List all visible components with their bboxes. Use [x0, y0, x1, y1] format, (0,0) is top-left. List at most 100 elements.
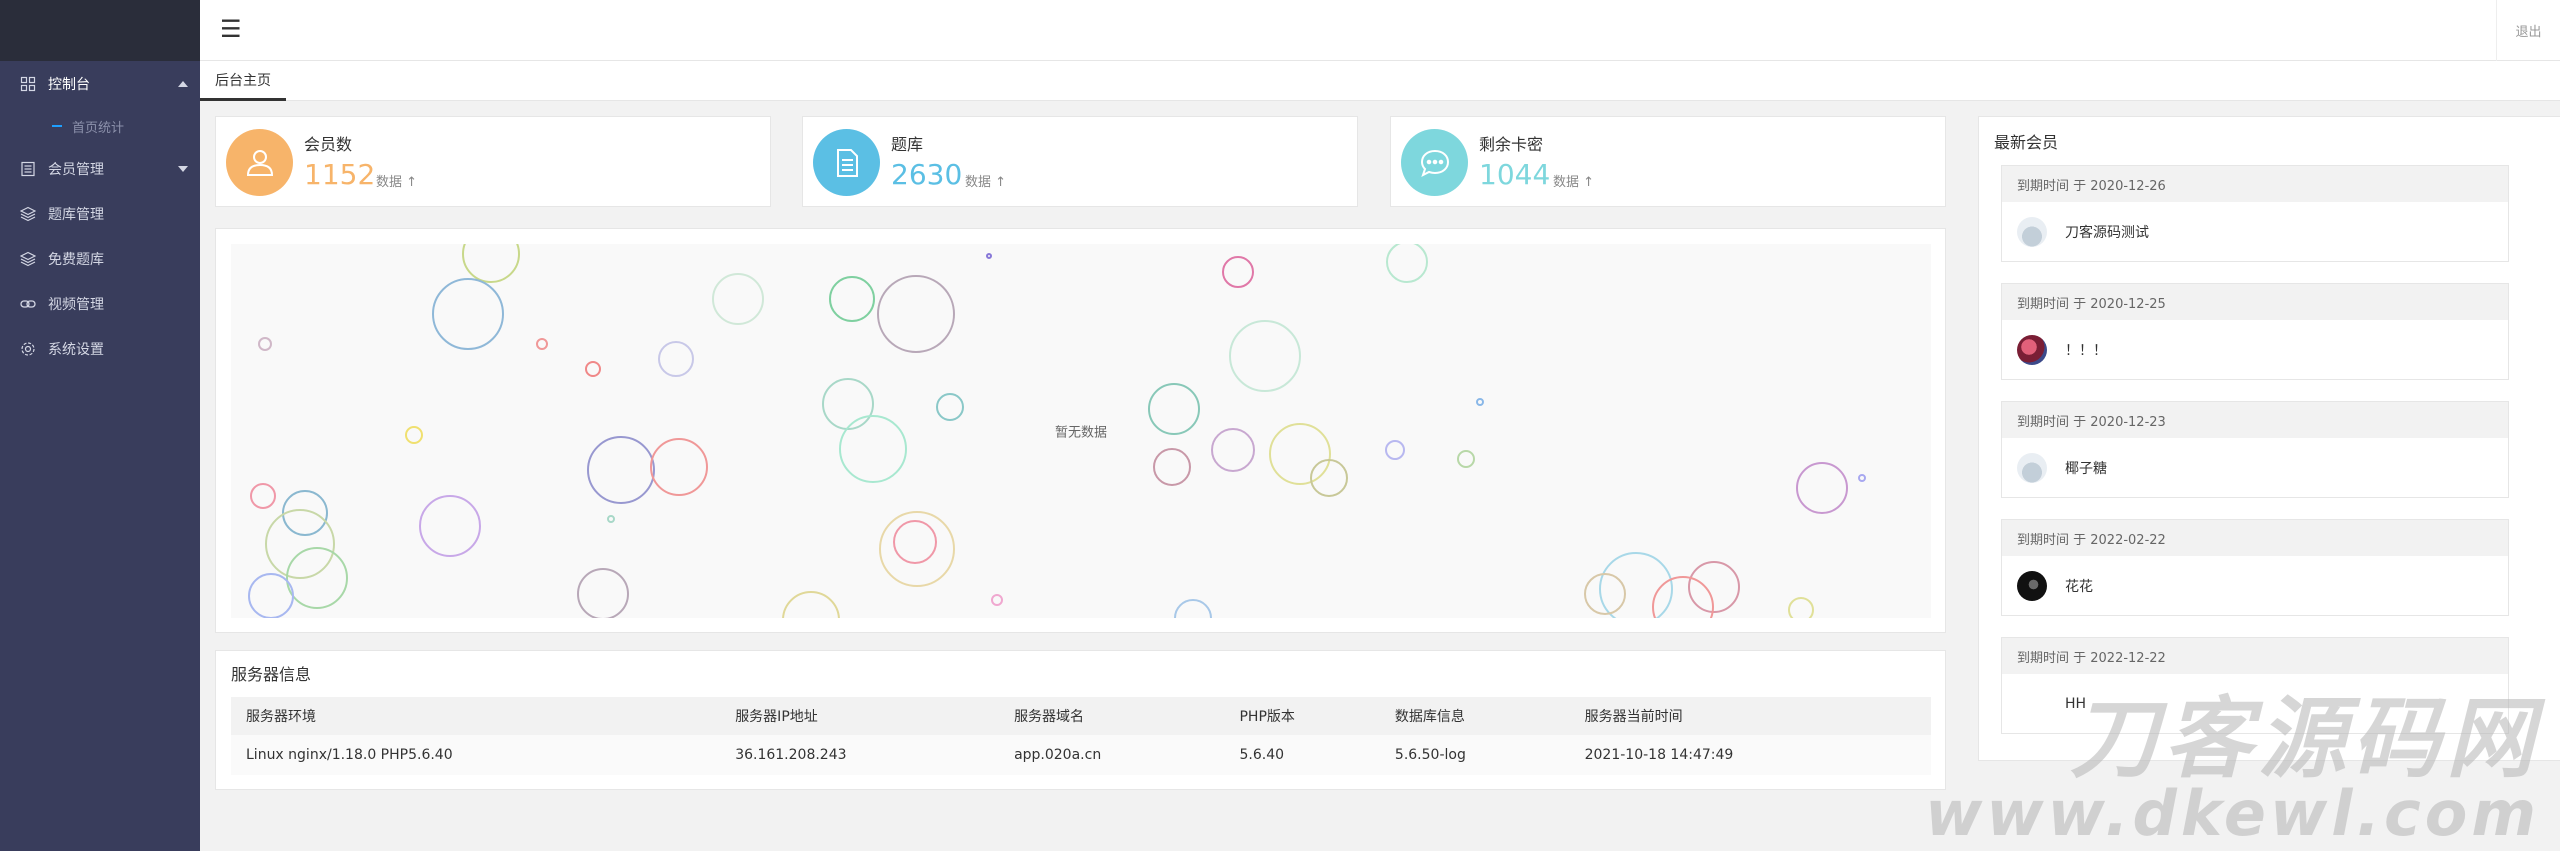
sidebar-item-console[interactable]: 控制台 — [0, 61, 200, 106]
menu-toggle-icon[interactable]: ☰ — [220, 14, 242, 44]
member-expiry-date: 到期时间 于 2022-12-22 — [2002, 638, 2508, 674]
latest-members-panel: 最新会员 到期时间 于 2020-12-26 刀客源码测试 到期时间 于 202… — [1978, 116, 2560, 761]
bubble-circle — [536, 338, 548, 350]
sidebar-item-label: 题库管理 — [48, 206, 104, 223]
table-header-row: 服务器环境 服务器IP地址 服务器域名 PHP版本 数据库信息 服务器当前时间 — [231, 697, 1931, 735]
member-item[interactable]: 到期时间 于 2020-12-23 椰子糖 — [2001, 401, 2509, 498]
layers-icon — [20, 251, 36, 267]
bubble-circle — [419, 495, 481, 557]
tab-home[interactable]: 后台主页 — [200, 61, 286, 101]
bubble-circle — [1858, 474, 1866, 482]
watermark-line: 刀客源码网 — [2069, 687, 2540, 790]
bubble-circle — [1652, 576, 1714, 618]
table-row: Linux nginx/1.18.0 PHP5.6.40 36.161.208.… — [231, 735, 1931, 775]
bubble-circle — [839, 415, 907, 483]
grid-icon — [20, 76, 36, 92]
stat-card-cards: 剩余卡密 1044 数据 ↑ — [1390, 116, 1946, 207]
chat-icon — [1401, 129, 1468, 196]
bubble-circle — [248, 573, 294, 618]
table-cell: 5.6.50-log — [1379, 735, 1570, 775]
bubble-circle — [282, 490, 328, 536]
stat-label: 会员数 — [304, 135, 353, 154]
user-icon — [226, 129, 293, 196]
member-item[interactable]: 到期时间 于 2022-02-22 花花 — [2001, 519, 2509, 616]
bubble-circle — [658, 341, 694, 377]
member-expiry-date: 到期时间 于 2020-12-26 — [2002, 166, 2508, 202]
bubble-chart-area: 暂无数据 — [231, 244, 1931, 618]
watermark-line: www.dkewl.com — [1925, 777, 2540, 850]
bubble-circle — [258, 337, 272, 351]
bubble-circle — [1153, 448, 1191, 486]
stat-value: 1044 — [1479, 158, 1551, 191]
bubble-circle — [1476, 398, 1484, 406]
table-cell: Linux nginx/1.18.0 PHP5.6.40 — [231, 735, 721, 775]
stat-card-members: 会员数 1152 数据 ↑ — [215, 116, 771, 207]
sidebar-item-label: 首页统计 — [72, 120, 125, 136]
bubble-circle — [1788, 597, 1814, 618]
bubble-circle — [782, 591, 840, 618]
bubble-circle — [650, 438, 708, 496]
bubble-chart-panel: 暂无数据 — [215, 228, 1946, 633]
avatar — [2017, 335, 2047, 365]
table-header: PHP版本 — [1224, 697, 1380, 735]
chevron-up-icon — [178, 80, 188, 87]
member-name: ！！！ — [2065, 343, 2107, 359]
bubble-circle — [879, 511, 955, 587]
sidebar-item-label: 免费题库 — [48, 251, 104, 268]
sidebar-item-settings[interactable]: 系统设置 — [0, 326, 200, 371]
table-header: 服务器环境 — [231, 697, 721, 735]
bubble-circle — [405, 426, 423, 444]
list-icon — [20, 161, 36, 177]
avatar — [2017, 217, 2047, 247]
bubble-circle — [1174, 599, 1212, 618]
sidebar-item-label: 视频管理 — [48, 296, 104, 313]
table-cell: 2021-10-18 14:47:49 — [1569, 735, 1931, 775]
sidebar-item-free-bank[interactable]: 免费题库 — [0, 236, 200, 281]
bubble-circle — [893, 520, 937, 564]
member-item[interactable]: 到期时间 于 2020-12-25 ！！！ — [2001, 283, 2509, 380]
top-header: ☰ 退出 — [200, 0, 2560, 61]
bubble-circle — [1385, 440, 1405, 460]
member-name: 花花 — [2065, 579, 2093, 595]
gear-icon — [20, 341, 36, 357]
sidebar: 控制台 首页统计 会员管理 题库管理 免费题库 视频管理 系统设置 — [0, 0, 200, 851]
stat-sub: 数据 ↑ — [1553, 175, 1595, 190]
server-info-panel: 服务器信息 服务器环境 服务器IP地址 服务器域名 PHP版本 数据库信息 服务… — [215, 650, 1946, 790]
bubble-circle — [986, 253, 992, 259]
link-icon — [20, 296, 36, 312]
bubble-circle — [822, 378, 874, 430]
panel-title: 最新会员 — [1994, 133, 2059, 152]
bubble-circle — [712, 273, 764, 325]
stat-sub: 数据 ↑ — [965, 175, 1007, 190]
sidebar-item-label: 控制台 — [48, 76, 90, 93]
bubble-circle — [936, 393, 964, 421]
stat-sub: 数据 ↑ — [376, 175, 418, 190]
member-name: 椰子糖 — [2065, 461, 2107, 477]
layers-icon — [20, 206, 36, 222]
dash-icon — [52, 125, 62, 127]
bubble-circle — [250, 483, 276, 509]
tab-bar: 后台主页 — [200, 61, 2560, 101]
member-item[interactable]: 到期时间 于 2020-12-26 刀客源码测试 — [2001, 165, 2509, 262]
bubble-circle — [607, 515, 615, 523]
sidebar-subitem-home-stats[interactable]: 首页统计 — [0, 106, 200, 146]
logout-button[interactable]: 退出 — [2496, 0, 2560, 61]
bubble-circle — [1386, 244, 1428, 283]
bubble-circle — [462, 244, 520, 283]
bubble-circle — [1148, 383, 1200, 435]
bubble-circle — [585, 361, 601, 377]
sidebar-item-label: 会员管理 — [48, 161, 104, 178]
table-cell: 36.161.208.243 — [720, 735, 1000, 775]
member-name: 刀客源码测试 — [2065, 225, 2149, 241]
document-icon — [813, 129, 880, 196]
stat-label: 题库 — [891, 135, 924, 154]
stat-card-questions: 题库 2630 数据 ↑ — [802, 116, 1358, 207]
member-expiry-date: 到期时间 于 2022-02-22 — [2002, 520, 2508, 556]
member-expiry-date: 到期时间 于 2020-12-25 — [2002, 284, 2508, 320]
server-info-table: 服务器环境 服务器IP地址 服务器域名 PHP版本 数据库信息 服务器当前时间 … — [231, 697, 1931, 775]
sidebar-item-question-bank[interactable]: 题库管理 — [0, 191, 200, 236]
sidebar-item-video[interactable]: 视频管理 — [0, 281, 200, 326]
sidebar-item-members[interactable]: 会员管理 — [0, 146, 200, 191]
bubble-circle — [1229, 320, 1301, 392]
bubble-circle — [1269, 423, 1331, 485]
